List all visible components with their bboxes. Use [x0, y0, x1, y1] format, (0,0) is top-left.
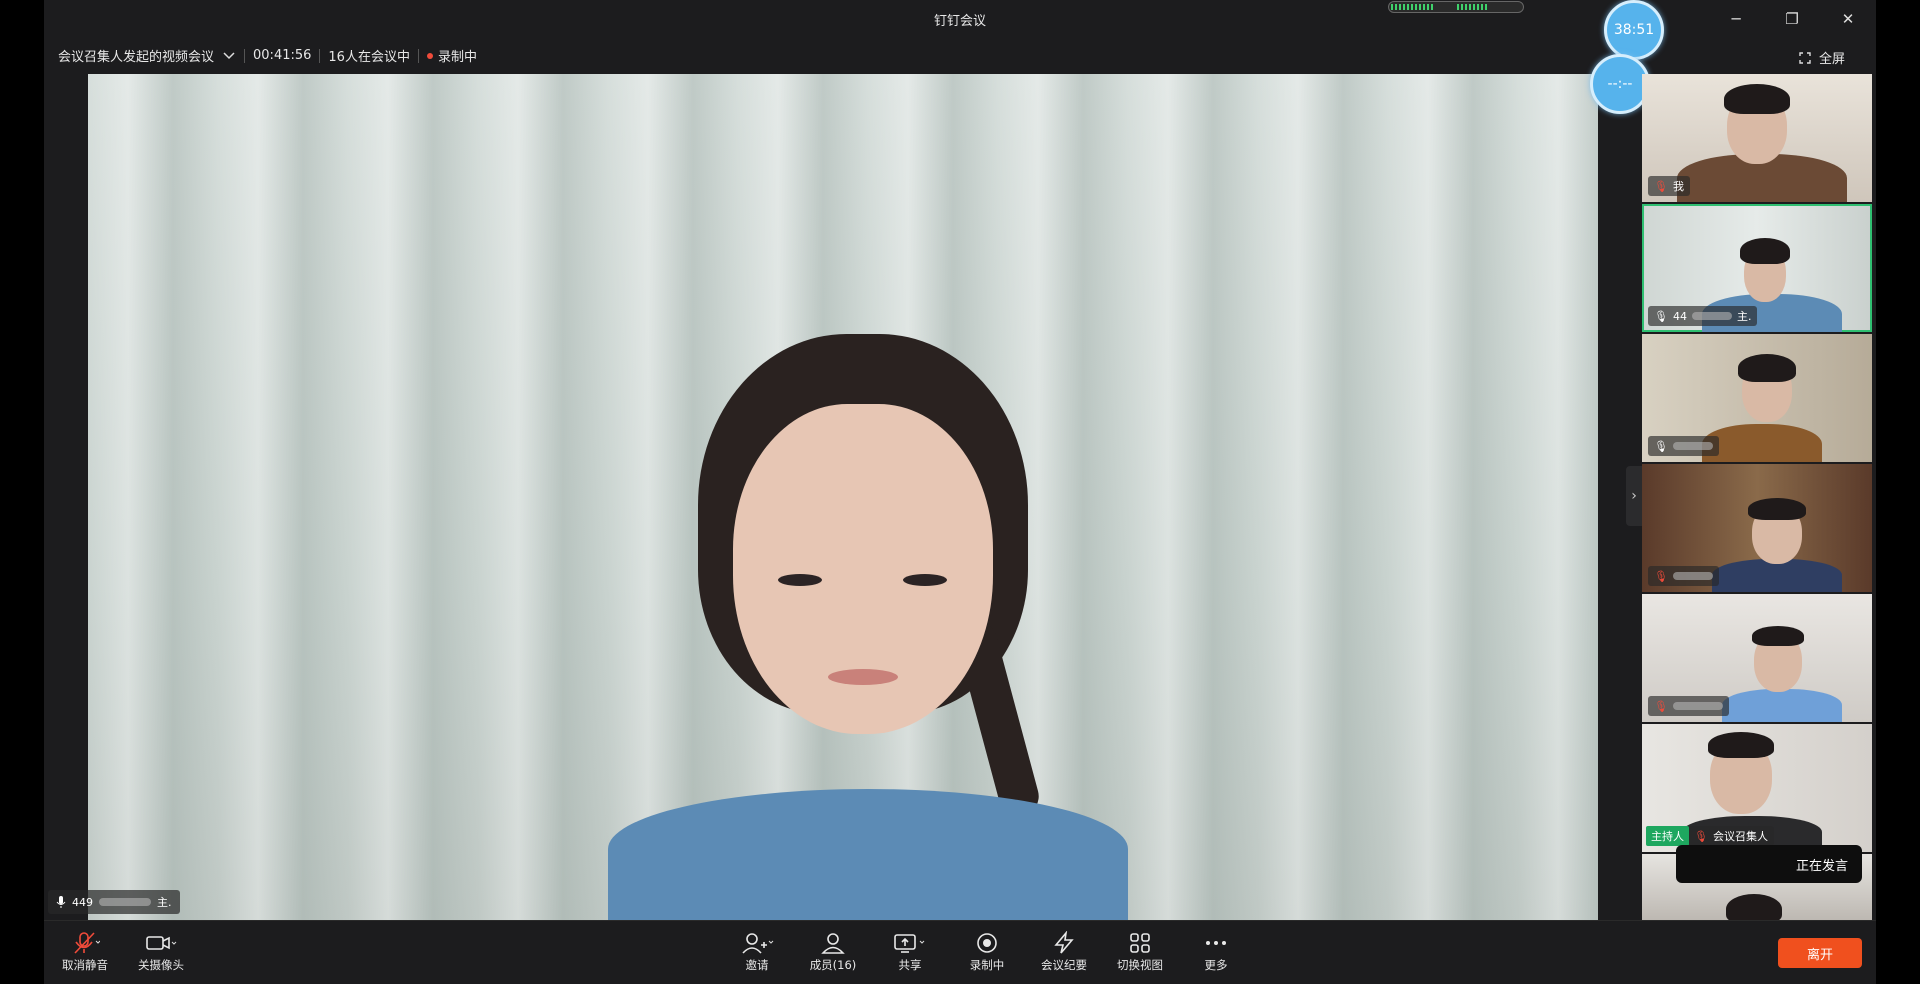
host-badge: 主持人	[1646, 826, 1689, 846]
more-label: 更多	[1204, 958, 1228, 972]
minutes-icon	[1054, 931, 1074, 954]
mic-icon: 🎙	[1654, 439, 1668, 453]
meeting-duration: 00:41:56	[253, 48, 312, 63]
unmute-button[interactable]: 取消静音	[50, 929, 120, 973]
camera-icon	[146, 936, 177, 950]
share-label: 共享	[898, 958, 922, 972]
minutes-label: 会议纪要	[1041, 958, 1087, 972]
record-icon	[977, 933, 997, 953]
window-title: 钉钉会议	[933, 14, 986, 29]
recording-status-label: 录制中	[437, 50, 477, 65]
recording-dot-icon	[426, 52, 433, 59]
main-video[interactable]	[88, 74, 1598, 920]
main-speaker-label: 449 主.	[48, 890, 180, 914]
minutes-button[interactable]: 会议纪要	[1029, 929, 1099, 973]
mic-icon: 🎙	[1654, 309, 1668, 323]
fullscreen-icon	[1799, 51, 1811, 64]
participant-name: 我	[1672, 180, 1684, 193]
chevron-down-icon	[223, 51, 235, 59]
participant-name: 44	[1672, 309, 1687, 323]
members-label: 成员(16)	[809, 958, 857, 972]
main-speaker-name: 449	[72, 895, 93, 909]
fullscreen-button[interactable]: 全屏	[1799, 48, 1845, 67]
leave-button[interactable]: 离开	[1778, 938, 1862, 968]
participant-label: 🎙 44 主.	[1648, 306, 1758, 326]
participant-label: 主持人 🎙 会议召集人	[1646, 826, 1774, 846]
invite-button[interactable]: 邀请	[722, 929, 792, 973]
minimize-button[interactable]: ─	[1708, 0, 1764, 37]
grid-view-icon	[1130, 933, 1150, 953]
meeting-window: 钉钉会议 ─ ❐ ✕ 会议召集人发起的视频会议 00:41:56 16人在会议中…	[44, 0, 1876, 984]
meeting-name-dropdown[interactable]: 会议召集人发起的视频会议	[44, 46, 244, 65]
invite-label: 邀请	[745, 958, 769, 972]
participant-tile[interactable]: 🎙 44 主.	[1642, 204, 1872, 332]
redacted-name	[99, 898, 151, 906]
mic-muted-icon: 🎙	[1654, 569, 1668, 583]
mic-muted-icon: 🎙	[1654, 699, 1668, 713]
secondary-timer[interactable]: --:--	[1590, 54, 1650, 114]
participant-label: 🎙	[1648, 566, 1719, 586]
unmute-label: 取消静音	[62, 958, 108, 972]
audio-level-meter	[1388, 1, 1524, 13]
share-button[interactable]: 共享	[875, 929, 945, 973]
recording-button[interactable]: 录制中	[952, 929, 1022, 973]
speaking-indicator: 正在发言	[1676, 845, 1862, 883]
camera-label: 关摄像头	[138, 958, 184, 972]
participant-count: 16人在会议中	[328, 50, 410, 65]
members-icon	[821, 933, 845, 954]
mic-icon	[56, 896, 66, 908]
more-icon	[1206, 941, 1226, 945]
chevron-right-icon[interactable]: ›	[1626, 466, 1642, 526]
bottom-toolbar: 取消静音 关摄像头 邀请 成员(16) 共享 录制中 会议纪要 切换视图 更多	[44, 920, 1876, 984]
participant-name: 会议召集人	[1712, 830, 1768, 843]
participant-suffix: 主.	[1736, 310, 1752, 323]
meeting-name: 会议召集人发起的视频会议	[58, 50, 215, 65]
recording-label: 录制中	[969, 958, 1005, 972]
participant-label: 🎙	[1648, 696, 1729, 716]
title-bar: 钉钉会议 ─ ❐ ✕	[44, 0, 1876, 37]
main-speaker-figure	[608, 319, 1128, 920]
switch-view-label: 切换视图	[1117, 958, 1163, 972]
participant-label: 🎙	[1648, 436, 1719, 456]
recording-status: 录制中	[419, 46, 485, 65]
members-button[interactable]: 成员(16)	[798, 929, 868, 973]
participant-tile[interactable]: 🎙	[1642, 464, 1872, 592]
participant-tile[interactable]: 🎙	[1642, 594, 1872, 722]
restore-button[interactable]: ❐	[1764, 0, 1820, 37]
countdown-timer[interactable]: 38:51	[1604, 0, 1664, 60]
participant-tile[interactable]: 主持人 🎙 会议召集人	[1642, 724, 1872, 852]
mic-muted-icon	[74, 932, 100, 954]
participant-label: 🎙 我	[1648, 176, 1690, 196]
mic-muted-icon: 🎙	[1654, 179, 1668, 193]
mic-muted-icon: 🎙	[1694, 829, 1708, 843]
participant-tile[interactable]: 🎙	[1642, 334, 1872, 462]
more-button[interactable]: 更多	[1181, 929, 1251, 973]
add-person-icon	[742, 933, 774, 954]
fullscreen-label: 全屏	[1818, 52, 1845, 67]
main-speaker-suffix: 主.	[157, 896, 172, 909]
participant-tile[interactable]: 🎙 我	[1642, 74, 1872, 202]
camera-button[interactable]: 关摄像头	[126, 929, 196, 973]
share-screen-icon	[894, 934, 925, 953]
close-button[interactable]: ✕	[1820, 0, 1876, 37]
switch-view-button[interactable]: 切换视图	[1105, 929, 1175, 973]
